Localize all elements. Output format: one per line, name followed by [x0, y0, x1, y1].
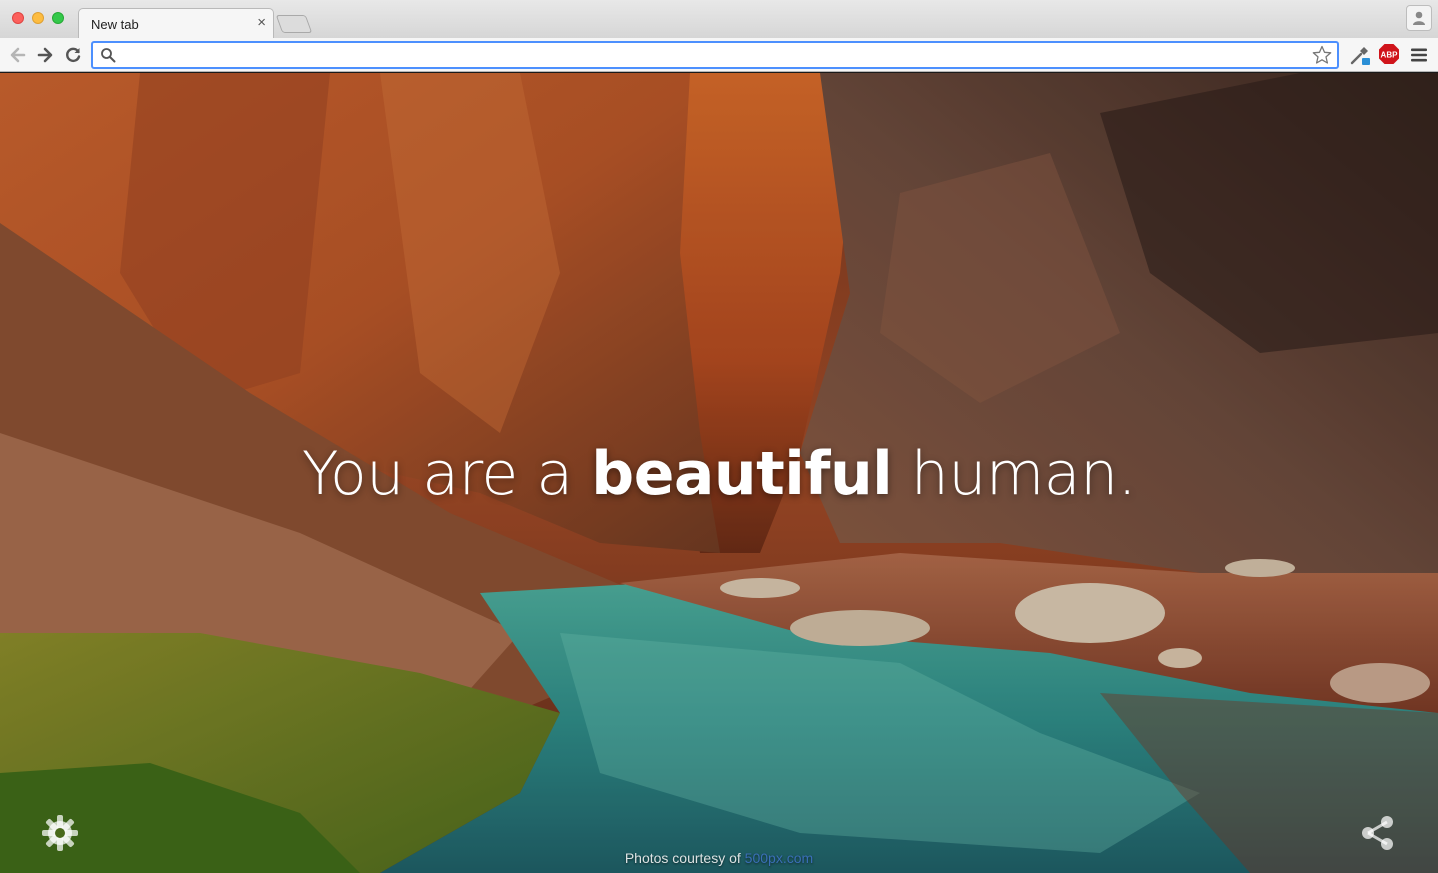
- tab-title: New tab: [91, 17, 139, 32]
- forward-arrow-icon[interactable]: [34, 44, 56, 66]
- hamburger-menu-icon[interactable]: [1410, 46, 1428, 64]
- back-arrow-icon[interactable]: [7, 44, 29, 66]
- tab-new-tab[interactable]: New tab ×: [78, 8, 274, 39]
- address-bar[interactable]: [91, 41, 1339, 69]
- credit-link[interactable]: 500px.com: [745, 850, 813, 866]
- new-tab-page: You are a beautiful human. Photos courte…: [0, 73, 1438, 873]
- abp-label: ABP: [1381, 51, 1399, 60]
- profile-button[interactable]: [1406, 5, 1432, 31]
- headline-emphasis: beautiful: [591, 439, 893, 509]
- settings-gear-icon[interactable]: [40, 813, 80, 853]
- address-input[interactable]: [121, 45, 1301, 65]
- adblock-plus-icon[interactable]: ABP: [1378, 43, 1400, 65]
- new-tab-button[interactable]: [275, 15, 313, 33]
- search-icon: [101, 48, 116, 63]
- person-icon: [1413, 11, 1425, 25]
- title-bar: New tab ×: [0, 0, 1438, 39]
- zoom-window-button[interactable]: [52, 12, 64, 24]
- tab-close-icon[interactable]: ×: [257, 15, 266, 31]
- close-window-button[interactable]: [12, 12, 24, 24]
- share-icon[interactable]: [1358, 813, 1398, 853]
- browser-toolbar: ABP: [0, 38, 1438, 72]
- photo-credit: Photos courtesy of 500px.com: [0, 850, 1438, 866]
- eyedropper-icon[interactable]: [1348, 43, 1372, 67]
- affirmation-headline: You are a beautiful human.: [0, 439, 1438, 509]
- minimize-window-button[interactable]: [32, 12, 44, 24]
- headline-prefix: You are a: [301, 439, 592, 509]
- credit-text: Photos courtesy of: [624, 850, 745, 866]
- headline-suffix: human.: [892, 439, 1137, 509]
- bookmark-star-icon[interactable]: [1311, 44, 1333, 66]
- reload-icon[interactable]: [62, 44, 84, 66]
